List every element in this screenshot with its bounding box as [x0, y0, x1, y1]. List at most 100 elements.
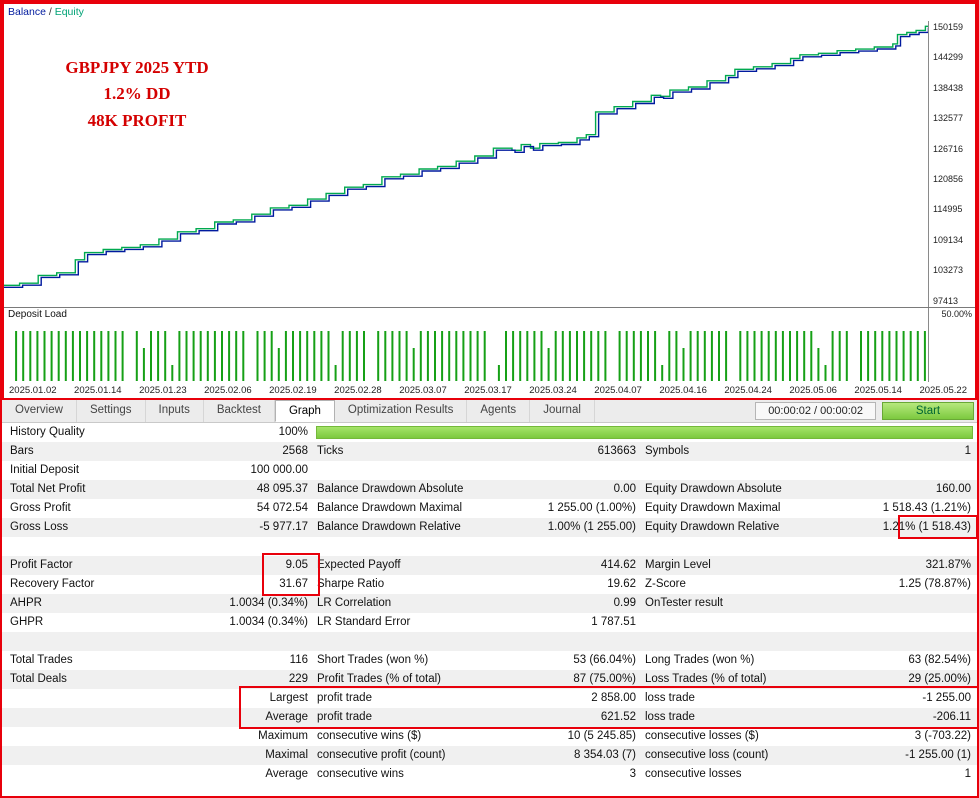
tab-agents[interactable]: Agents	[467, 400, 531, 422]
stats-cell: 116	[289, 654, 308, 666]
start-button[interactable]: Start	[882, 402, 974, 420]
y-axis-label: 109134	[933, 234, 964, 245]
stats-cell: 8 354.03 (7)	[573, 749, 636, 761]
tab-overview[interactable]: Overview	[2, 400, 77, 422]
backtest-statistics-table: History Quality 100% Bars 2568 Ticks 613663 Sy…	[2, 423, 977, 784]
stats-cell: 3 (-703.22)	[914, 730, 971, 742]
tab-graph[interactable]: Graph	[274, 400, 335, 422]
stats-row-12: Total Trades 116 Short Trades (won %) 53 (6…	[2, 651, 977, 670]
annotation-line: GBPJPY 2025 YTD	[65, 58, 209, 77]
tab-settings[interactable]: Settings	[77, 400, 146, 422]
x-axis-label: 2025.04.24	[724, 384, 772, 396]
stats-cell: 2568	[282, 445, 308, 457]
stats-cell: loss trade	[645, 711, 695, 723]
stats-cell: 1	[964, 445, 971, 457]
y-axis-label: 114995	[933, 204, 963, 215]
y-axis-label: 138438	[933, 82, 964, 93]
stats-row-11	[2, 632, 977, 651]
stats-cell	[500, 461, 642, 480]
stats-cell: 1 255.00 (1.00%)	[547, 502, 636, 514]
chart-y-axis: 150159 144299 138438 132577 126716 120856 1149…	[928, 21, 975, 307]
balance-equity-chart-panel: Balance / Equity GBPJPY 2025 YTD 1.2% DD 4…	[2, 2, 977, 400]
x-axis-label: 2025.03.07	[399, 384, 447, 396]
stats-cell: consecutive wins ($)	[317, 730, 422, 742]
stats-cell: Expected Payoff	[317, 559, 401, 571]
stats-cell: 1	[964, 768, 971, 780]
stats-row-10: GHPR 1.0034 (0.34%) LR Standard Error 1 787…	[2, 613, 977, 632]
stats-cell: 160.00	[935, 483, 971, 495]
stats-cell: 0.00	[613, 483, 636, 495]
stats-cell: 613663	[597, 445, 636, 457]
x-axis-label: 2025.01.14	[74, 384, 122, 396]
stats-cell: 63 (82.54%)	[908, 654, 971, 666]
x-axis-label: 2025.05.06	[789, 384, 837, 396]
x-axis-label: 2025.04.07	[594, 384, 642, 396]
x-axis-label: 2025.02.19	[269, 384, 317, 396]
chart-annotation-text: GBPJPY 2025 YTD 1.2% DD 48K PROFIT	[42, 55, 232, 134]
x-axis-label: 2025.02.06	[204, 384, 252, 396]
stats-cell: Symbols	[645, 445, 690, 457]
legend-separator: /	[45, 6, 55, 18]
legend-balance-label: Balance	[8, 6, 46, 18]
stats-cell	[2, 632, 162, 651]
stats-row-14: Largest profit trade 2 858.00 loss trade -1 …	[2, 689, 977, 708]
stats-cell: 100%	[278, 426, 308, 438]
stats-cell	[822, 537, 977, 556]
stats-row-16: Maximum consecutive wins ($) 10 (5 245.85)…	[2, 727, 977, 746]
stats-cell: LR Correlation	[317, 597, 392, 609]
stats-cell: 1.0034 (0.34%)	[229, 616, 308, 628]
stats-cell	[2, 746, 162, 765]
y-axis-label: 126716	[933, 143, 964, 154]
stats-cell: 2 858.00	[591, 692, 636, 704]
stats-cell: 100 000.00	[250, 464, 308, 476]
stats-cell: 3	[629, 768, 636, 780]
stats-cell: Margin Level	[645, 559, 711, 571]
stats-cell	[2, 689, 162, 708]
y-axis-label: 144299	[933, 52, 964, 63]
stats-cell: 1.25 (78.87%)	[898, 578, 971, 590]
stats-cell	[822, 594, 977, 613]
tab-inputs[interactable]: Inputs	[146, 400, 204, 422]
stats-cell: consecutive wins	[317, 768, 404, 780]
legend-equity-label: Equity	[54, 6, 84, 18]
x-axis-label: 2025.04.16	[659, 384, 707, 396]
stats-cell	[642, 632, 822, 651]
stats-cell: Long Trades (won %)	[645, 654, 755, 666]
deposit-load-label: Deposit Load	[8, 309, 67, 320]
stats-cell: Balance Drawdown Relative	[317, 521, 461, 533]
stats-cell: 10 (5 245.85)	[567, 730, 636, 742]
stats-cell: consecutive losses	[645, 768, 742, 780]
stats-cell: Balance Drawdown Absolute	[317, 483, 464, 495]
stats-cell	[642, 461, 822, 480]
stats-row-18: Average consecutive wins 3 consecutive loss…	[2, 765, 977, 784]
stats-cell: Profit Trades (% of total)	[317, 673, 441, 685]
stats-cell: 53 (66.04%)	[573, 654, 636, 666]
stats-cell	[2, 765, 162, 784]
tab-journal[interactable]: Journal	[530, 400, 595, 422]
deposit-load-scale-label: 50.00%	[941, 309, 972, 319]
x-axis-label: 2025.05.22	[919, 384, 967, 396]
stats-row-9: AHPR 1.0034 (0.34%) LR Correlation 0.99 OnTe…	[2, 594, 977, 613]
stats-cell: Initial Deposit	[10, 464, 80, 476]
stats-cell: consecutive profit (count)	[317, 749, 446, 761]
stats-cell: GHPR	[10, 616, 44, 628]
stats-cell: -206.11	[932, 711, 971, 723]
stats-cell: Maximum	[258, 730, 308, 742]
stats-cell: -1 255.00 (1)	[905, 749, 971, 761]
stats-cell: 414.62	[600, 559, 636, 571]
stats-cell: 9.05	[285, 559, 308, 571]
y-axis-label: 120856	[933, 174, 964, 185]
tab-backtest[interactable]: Backtest	[204, 400, 275, 422]
stats-cell	[314, 537, 500, 556]
stats-cell: Balance Drawdown Maximal	[317, 502, 463, 514]
x-axis-label: 2025.01.02	[9, 384, 57, 396]
stats-row-3: Total Net Profit 48 095.37 Balance Drawdow…	[2, 480, 977, 499]
stats-cell: Gross Profit	[10, 502, 71, 514]
stats-row-8: Recovery Factor 31.67 Sharpe Ratio 19.62 Z-S…	[2, 575, 977, 594]
tab-optimization-results[interactable]: Optimization Results	[335, 400, 468, 422]
stats-cell: 48 095.37	[256, 483, 308, 495]
tester-tabbar: Overview Settings Inputs Backtest Graph Optim…	[2, 400, 977, 423]
x-axis-label: 2025.03.17	[464, 384, 512, 396]
stats-cell: -5 977.17	[259, 521, 308, 533]
stats-cell: 1.00% (1 255.00)	[547, 521, 636, 533]
